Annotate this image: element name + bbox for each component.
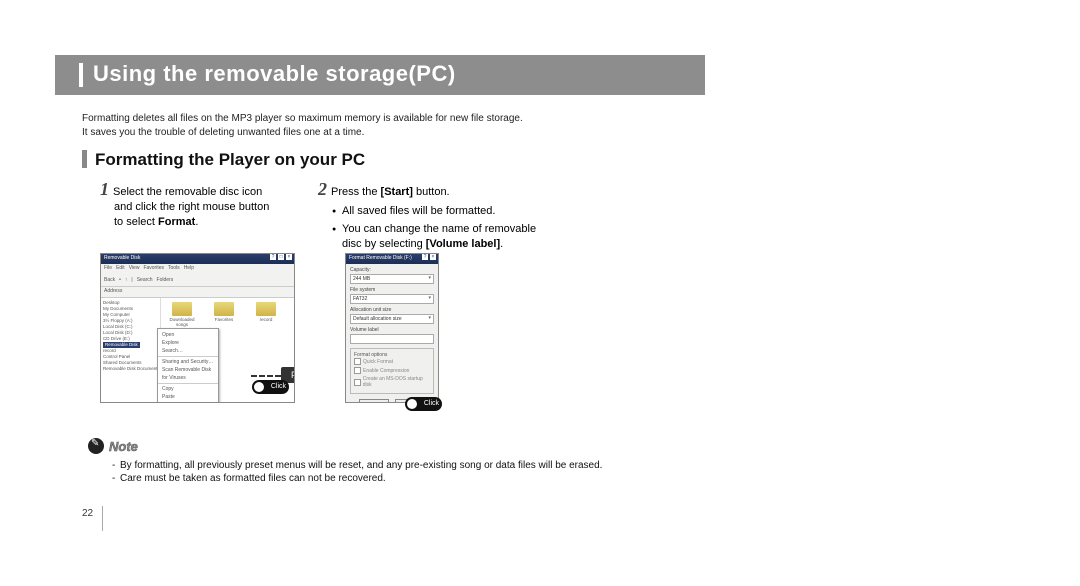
note-badge: Note [88, 438, 138, 454]
format-titlebar: Format Removable Disk (F:) ?× [346, 254, 438, 264]
ctx-scan: Scan Removable Disk for Viruses [158, 366, 218, 382]
tree-item: Removable Disk Documents [103, 366, 158, 372]
section-subheading: Formatting the Player on your PC [82, 150, 365, 170]
note-section: Note By formatting, all previously prese… [88, 438, 608, 485]
toolbar-fwd: • [119, 277, 121, 283]
pencil-icon [88, 438, 104, 454]
intro-line-1: Formatting deletes all files on the MP3 … [82, 112, 602, 126]
ctx-explore: Explore [158, 339, 218, 347]
ctx-copy: Copy [158, 385, 218, 393]
address-label: Address [104, 288, 122, 294]
step-1-bold: Format [158, 216, 195, 228]
capacity-label: Capacity: [350, 267, 434, 273]
folder-icon [172, 302, 192, 316]
note-heading: Note [109, 439, 138, 454]
start-button: Start [359, 399, 389, 403]
format-dialog-screenshot: Format Removable Disk (F:) ?× Capacity: … [345, 253, 439, 403]
filesystem-dropdown: FAT32 [350, 294, 434, 304]
chk-quick-format: Quick Format [363, 359, 393, 365]
explorer-titlebar: Removable Disk ?□× [101, 254, 294, 264]
alloc-dropdown: Default allocation size [350, 314, 434, 324]
step-2-number: 2 [318, 179, 327, 199]
menu-file: File [104, 265, 112, 273]
click-badge-2: Click [405, 397, 442, 411]
format-title: Format Removable Disk (F:) [349, 255, 412, 263]
manual-page: Using the removable storage(PC) Formatti… [0, 0, 1080, 586]
folder-icon [214, 302, 234, 316]
step-2-bold: [Start] [381, 186, 413, 198]
menu-edit: Edit [116, 265, 125, 273]
step-2-bullet-2: You can change the name of removable dis… [332, 222, 618, 252]
intro-text: Formatting deletes all files on the MP3 … [82, 112, 602, 140]
volume-label-input [350, 334, 434, 344]
ctx-paste: Paste [158, 393, 218, 401]
ctx-search: Search… [158, 347, 218, 355]
explorer-toolbar: Back • ↑ | Search Folders [101, 274, 294, 287]
note-item-1: By formatting, all previously preset men… [112, 459, 608, 472]
chk-msdos: Create an MS-DOS startup disk [363, 376, 430, 388]
page-title: Using the removable storage(PC) [93, 61, 456, 87]
step-1-line3a: to select [114, 216, 158, 228]
step-1-number: 1 [100, 179, 109, 199]
format-window-controls: ?× [422, 254, 436, 260]
step-2-bullet-2b: disc by selecting [342, 238, 426, 250]
step-2-line1b: button. [413, 186, 450, 198]
explorer-title: Removable Disk [104, 255, 140, 263]
toolbar-folders: Folders [157, 277, 174, 283]
ctx-sharing: Sharing and Security… [158, 358, 218, 366]
menu-tools: Tools [168, 265, 180, 273]
note-item-2: Care must be taken as formatted files ca… [112, 472, 608, 485]
explorer-menubar: File Edit View Favorites Tools Help [101, 264, 294, 274]
step-1-line1: Select the removable disc icon [113, 186, 262, 198]
intro-line-2: It saves you the trouble of deleting unw… [82, 126, 602, 140]
toolbar-up: ↑ [125, 277, 128, 283]
page-header: Using the removable storage(PC) [55, 55, 705, 95]
explorer-tree: Desktop My Documents My Computer 3½ Flop… [101, 298, 161, 403]
folder-item: Favorites [207, 302, 241, 327]
step-1: 1 Select the removable disc icon and clic… [100, 182, 320, 230]
step-2-bullet-2a: You can change the name of removable [342, 223, 536, 235]
step-2-bullet-2-bold: [Volume label] [426, 238, 500, 250]
context-menu: Open Explore Search… Sharing and Securit… [157, 328, 219, 403]
step-1-suffix: . [195, 216, 198, 228]
alloc-label: Allocation unit size [350, 307, 434, 313]
menu-help: Help [184, 265, 194, 273]
volume-label-label: Volume label [350, 327, 434, 333]
toolbar-back: Back [104, 277, 115, 283]
capacity-dropdown: 244 MB [350, 274, 434, 284]
folder-item: Downloaded songs [165, 302, 199, 327]
chk-compression: Enable Compression [363, 368, 409, 374]
ctx-open: Open [158, 331, 218, 339]
click-badge-1: Click [252, 380, 289, 394]
step-2: 2 Press the [Start] button. All saved fil… [318, 182, 618, 255]
page-number: 22 [82, 508, 93, 519]
explorer-window-controls: ?□× [270, 254, 292, 260]
filesystem-label: File system [350, 287, 434, 293]
toolbar-search: Search [137, 277, 153, 283]
folder-icon [256, 302, 276, 316]
explorer-addressbar: Address [101, 287, 294, 298]
step-2-line1a: Press the [331, 186, 381, 198]
step-2-bullet-1: All saved files will be formatted. [332, 204, 618, 219]
menu-view: View [129, 265, 140, 273]
step-1-line2: and click the right mouse button [114, 200, 269, 215]
step-2-bullet-2-suffix: . [500, 238, 503, 250]
format-options-group: Format options Quick Format Enable Compr… [350, 348, 434, 394]
menu-favorites: Favorites [143, 265, 164, 273]
folder-item: record [249, 302, 283, 327]
